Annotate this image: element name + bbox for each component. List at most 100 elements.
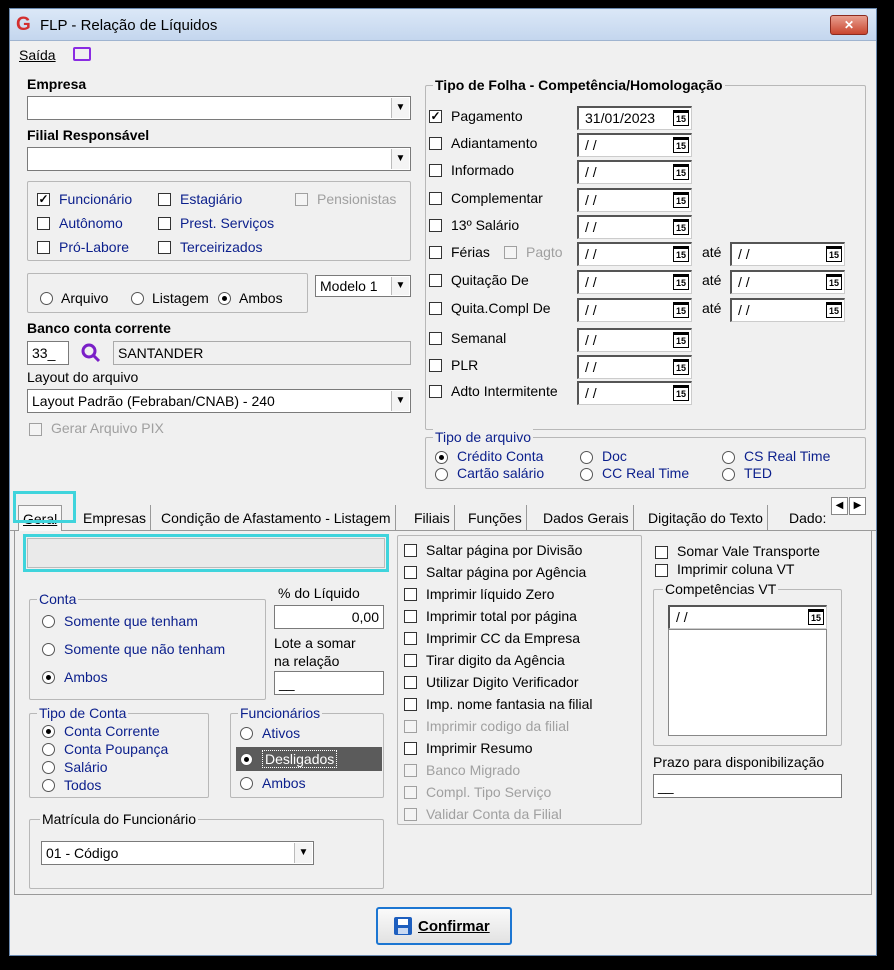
folha-date-4[interactable]: / / 15 [577,215,692,239]
opcao-checkbox-5[interactable] [404,654,417,667]
folha-checkbox-4[interactable] [429,219,442,232]
folha-checkbox-5[interactable] [429,246,442,259]
folha-date-6[interactable]: / / 15 [577,270,692,294]
opcao-checkbox-4[interactable] [404,632,417,645]
folha-checkbox-6[interactable] [429,274,442,287]
prazo-input[interactable]: __ [653,774,842,798]
folha-date-1[interactable]: / / 15 [577,133,692,157]
tab-digitacao-texto[interactable]: Digitação do Texto [644,505,768,531]
chevron-down-icon[interactable]: ▼ [391,277,409,295]
layout-combo[interactable]: Layout Padrão (Febraban/CNAB) - 240 ▼ [27,389,411,413]
todos-radio[interactable] [42,779,55,792]
ted-radio[interactable] [722,468,735,481]
monitor-icon[interactable] [73,47,91,61]
estagiario-checkbox[interactable] [158,193,171,206]
folha-date2-6[interactable]: / / 15 [730,270,845,294]
menu-saida[interactable]: Saída [19,47,56,63]
conta-corrente-radio[interactable] [42,725,55,738]
autonomo-checkbox[interactable] [37,217,50,230]
lote-input[interactable]: __ [274,671,384,695]
tab-scroll-right[interactable]: ▶ [849,497,866,515]
imprimir-vt-checkbox[interactable] [655,564,668,577]
opcao-checkbox-1[interactable] [404,566,417,579]
folha-date-3[interactable]: / / 15 [577,188,692,212]
tab-funcoes[interactable]: Funções [464,505,527,531]
calendar-icon[interactable]: 15 [673,359,689,375]
folha-checkbox-1[interactable] [429,137,442,150]
calendar-icon[interactable]: 15 [673,219,689,235]
calendar-icon[interactable]: 15 [673,332,689,348]
conta-poupanca-radio[interactable] [42,743,55,756]
folha-checkbox-8[interactable] [429,332,442,345]
folha-date-9[interactable]: / / 15 [577,355,692,379]
search-icon[interactable] [81,343,101,363]
cs-real-time-radio[interactable] [722,451,735,464]
pro-labore-checkbox[interactable] [37,241,50,254]
chevron-down-icon[interactable]: ▼ [391,98,409,118]
folha-date2-5[interactable]: / / 15 [730,242,845,266]
conta-somente-tenham-radio[interactable] [42,615,55,628]
doc-radio[interactable] [580,451,593,464]
listagem-radio[interactable] [131,292,144,305]
modelo-combo[interactable]: Modelo 1 ▼ [315,275,411,297]
folha-checkbox-3[interactable] [429,192,442,205]
chevron-down-icon[interactable]: ▼ [294,843,312,863]
tab-dados-gerais[interactable]: Dados Gerais [539,505,634,531]
opcao-checkbox-6[interactable] [404,676,417,689]
terceirizados-checkbox[interactable] [158,241,171,254]
folha-checkbox-0[interactable]: ✓ [429,110,442,123]
folha-date-5[interactable]: / / 15 [577,242,692,266]
chevron-down-icon[interactable]: ▼ [391,391,409,411]
folha-date2-7[interactable]: / / 15 [730,298,845,322]
folha-date-2[interactable]: / / 15 [577,160,692,184]
calendar-icon[interactable]: 15 [826,274,842,290]
conta-ambos-radio[interactable] [42,671,55,684]
opcao-checkbox-2[interactable] [404,588,417,601]
competencia-vt-date[interactable]: / / 15 [668,605,827,629]
tab-condicao-afastamento[interactable]: Condição de Afastamento - Listagem [157,505,396,531]
folha-date-8[interactable]: / / 15 [577,328,692,352]
cc-real-time-radio[interactable] [580,468,593,481]
calendar-icon[interactable]: 15 [808,609,824,625]
funcionario-checkbox[interactable]: ✓ [37,193,50,206]
calendar-icon[interactable]: 15 [673,192,689,208]
opcao-checkbox-0[interactable] [404,544,417,557]
calendar-icon[interactable]: 15 [673,110,689,126]
folha-checkbox-10[interactable] [429,385,442,398]
tab-empresas[interactable]: Empresas [79,505,152,531]
calendar-icon[interactable]: 15 [673,164,689,180]
folha-checkbox-2[interactable] [429,164,442,177]
banco-code-input[interactable]: 33_ [27,341,69,365]
conta-somente-nao-tenham-radio[interactable] [42,643,55,656]
empresa-combo[interactable]: ▼ [27,96,411,120]
folha-date-7[interactable]: / / 15 [577,298,692,322]
prest-servicos-checkbox[interactable] [158,217,171,230]
desligados-radio[interactable] [240,753,253,766]
calendar-icon[interactable]: 15 [673,137,689,153]
calendar-icon[interactable]: 15 [673,385,689,401]
calendar-icon[interactable]: 15 [826,246,842,262]
tab-scroll-left[interactable]: ◀ [831,497,848,515]
calendar-icon[interactable]: 15 [673,246,689,262]
tab-dados[interactable]: Dado: [785,505,831,531]
ambos-radio[interactable] [218,292,231,305]
pct-liquido-input[interactable]: 0,00 [274,605,384,629]
opcao-checkbox-3[interactable] [404,610,417,623]
matricula-combo[interactable]: 01 - Código ▼ [41,841,314,865]
arquivo-radio[interactable] [40,292,53,305]
ativos-radio[interactable] [240,727,253,740]
chevron-down-icon[interactable]: ▼ [391,149,409,169]
func-ambos-radio[interactable] [240,777,253,790]
credito-conta-radio[interactable] [435,451,448,464]
cartao-salario-radio[interactable] [435,468,448,481]
tab-filiais[interactable]: Filiais [410,505,455,531]
folha-checkbox-7[interactable] [429,302,442,315]
calendar-icon[interactable]: 15 [673,274,689,290]
folha-checkbox-9[interactable] [429,359,442,372]
filial-combo[interactable]: ▼ [27,147,411,171]
competencias-vt-list[interactable] [668,629,827,736]
folha-date-0[interactable]: 31/01/2023 15 [577,106,692,130]
close-button[interactable]: ✕ [830,15,868,35]
calendar-icon[interactable]: 15 [673,302,689,318]
opcao-checkbox-9[interactable] [404,742,417,755]
